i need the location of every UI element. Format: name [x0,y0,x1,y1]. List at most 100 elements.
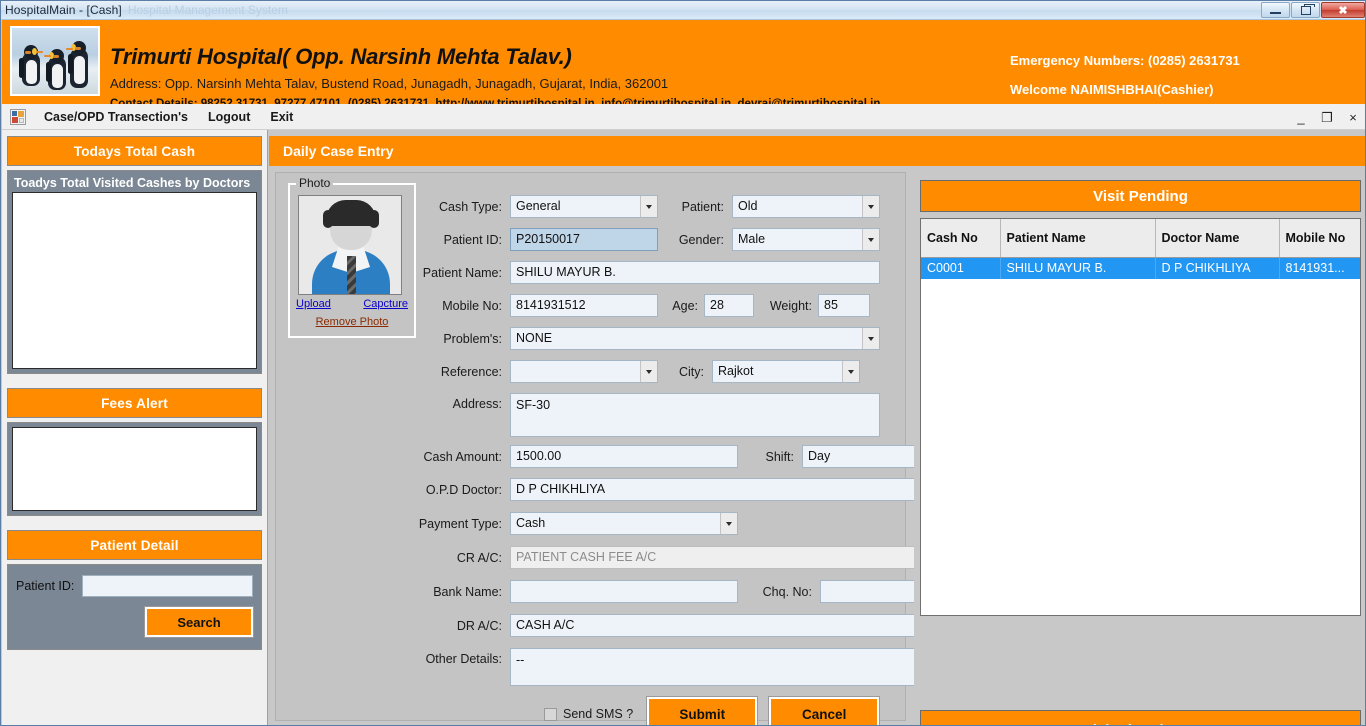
cell-mobile-no: 8141931... [1279,257,1360,279]
patient-label: Patient: [681,199,724,214]
menu-item-logout[interactable]: Logout [198,106,260,128]
chevron-down-icon[interactable] [862,196,879,217]
cash-amount-input[interactable]: 1500.00 [510,445,738,468]
payment-type-value: Cash [516,516,546,530]
chq-no-label: Chq. No: [762,584,812,599]
address-value: SF-30 [516,398,551,412]
daily-case-entry-form: Photo Upload Capcture Remove Photo Cash … [275,172,978,725]
dr-account-value: CASH A/C [516,618,575,632]
problems-value: NONE [516,331,553,345]
column-header-mobile-no[interactable]: Mobile No [1279,219,1360,258]
mdi-restore-icon[interactable]: ❐ [1320,111,1334,124]
mdi-window-controls: _ ❐ × [1294,104,1360,130]
patient-photo[interactable] [298,195,402,295]
address-label: Address: [452,397,502,411]
patient-id-label: Patient ID: [443,232,502,247]
send-sms-checkbox[interactable] [544,707,557,721]
chevron-down-icon[interactable] [640,196,657,217]
other-details-textarea[interactable]: -- [510,648,978,686]
bank-name-input[interactable] [510,580,738,603]
patient-id-search-input[interactable] [82,575,254,597]
mobile-no-input[interactable]: 8141931512 [510,294,658,317]
chevron-down-icon[interactable] [842,361,859,382]
patient-id-row: Patient ID: [16,575,254,597]
visit-pending-grid[interactable]: Cash No Patient Name Doctor Name Mobile … [920,218,1361,616]
opd-doctor-select[interactable]: D P CHIKHLIYA [510,478,978,501]
close-icon[interactable]: ✖ [1321,2,1365,18]
patient-name-label: Patient Name: [422,265,502,280]
column-header-doctor-name[interactable]: Doctor Name [1155,219,1280,258]
chevron-down-icon[interactable] [862,229,879,250]
visit-pending-header: Visit Pending [920,180,1361,212]
cr-account-row: CR A/C: PATIENT CASH FEE A/C [294,546,978,569]
cell-doctor-name: D P CHIKHLIYA [1155,257,1280,279]
other-details-row: Other Details: -- [294,648,978,686]
submit-button[interactable]: Submit [646,696,759,725]
window-controls: ✖ [1261,2,1365,18]
gender-select[interactable]: Male [732,228,880,251]
problems-label: Problem's: [443,331,502,346]
city-select[interactable]: Rajkot [712,360,860,383]
hospital-address: Address: Opp. Narsinh Mehta Talav, Buste… [110,76,669,91]
menu-item-exit[interactable]: Exit [260,106,303,128]
cr-account-label: CR A/C: [456,550,502,565]
restore-icon[interactable] [1291,2,1320,18]
cash-amount-value: 1500.00 [516,449,562,463]
send-sms-label: Send SMS ? [563,707,634,721]
payment-type-select[interactable]: Cash [510,512,738,535]
patient-id-input[interactable]: P20150017 [510,228,658,251]
chevron-down-icon[interactable] [720,513,737,534]
patient-name-input[interactable]: SHILU MAYUR B. [510,261,880,284]
address-row: Address: SF-30 [294,393,880,437]
weight-input[interactable]: 85 [818,294,870,317]
reference-select[interactable] [510,360,658,383]
right-panel: Visit Pending Cash No Patient Name Docto… [914,172,1365,725]
cell-cash-no: C0001 [921,257,1001,279]
cash-type-select[interactable]: General [510,195,658,218]
mdi-close-icon[interactable]: × [1346,111,1360,124]
shift-label: Shift: [765,449,795,464]
age-label: Age: [672,298,698,313]
other-details-value: -- [516,653,525,667]
photo-group-box: Photo Upload Capcture Remove Photo [288,176,416,338]
search-button[interactable]: Search [144,606,254,638]
todays-total-cash-list[interactable] [12,192,257,369]
visited-patients-header: Visited Patient's [920,710,1361,725]
age-input[interactable]: 28 [704,294,754,317]
page-title: Daily Case Entry [269,136,1365,166]
column-header-patient-name[interactable]: Patient Name [1000,219,1156,258]
weight-label: Weight: [769,298,812,313]
cr-account-value: PATIENT CASH FEE A/C [516,550,657,564]
shift-value: Day [808,449,831,463]
patient-type-select[interactable]: Old [732,195,880,218]
capture-photo-link[interactable]: Capcture [363,298,408,310]
mobile-no-value: 8141931512 [516,298,586,312]
dr-account-row: DR A/C: CASH A/C [294,614,978,637]
grid-header-row: Cash No Patient Name Doctor Name Mobile … [921,219,1360,258]
mdi-minimize-icon[interactable]: _ [1294,111,1308,124]
fees-alert-list[interactable] [12,427,257,511]
photo-actions: Upload Capcture Remove Photo [290,298,414,330]
photo-legend: Photo [296,176,334,190]
address-textarea[interactable]: SF-30 [510,393,880,437]
window-titlebar: HospitalMain - [Cash] Hospital Managemen… [1,1,1365,20]
remove-photo-link[interactable]: Remove Photo [316,316,389,328]
dr-account-select[interactable]: CASH A/C [510,614,978,637]
chevron-down-icon[interactable] [640,361,657,382]
minimize-icon[interactable] [1261,2,1290,18]
city-value: Rajkot [718,364,754,378]
gender-label: Gender: [678,232,724,247]
opd-doctor-row: O.P.D Doctor: D P CHIKHLIYA [294,478,978,501]
table-row[interactable]: C0001 SHILU MAYUR B. D P CHIKHLIYA 81419… [921,257,1360,279]
upload-photo-link[interactable]: Upload [296,298,331,310]
chevron-down-icon[interactable] [862,328,879,349]
column-header-cash-no[interactable]: Cash No [921,219,1001,258]
patient-id-value: P20150017 [516,232,580,246]
cancel-button[interactable]: Cancel [768,696,881,725]
age-value: 28 [710,298,724,312]
problems-select[interactable]: NONE [510,327,880,350]
menu-item-case-opd[interactable]: Case/OPD Transection's [34,106,198,128]
reference-city-row: Reference: City: Rajkot [294,360,860,383]
patient-name-row: Patient Name: SHILU MAYUR B. [416,261,880,284]
windows-app-icon [10,108,26,125]
